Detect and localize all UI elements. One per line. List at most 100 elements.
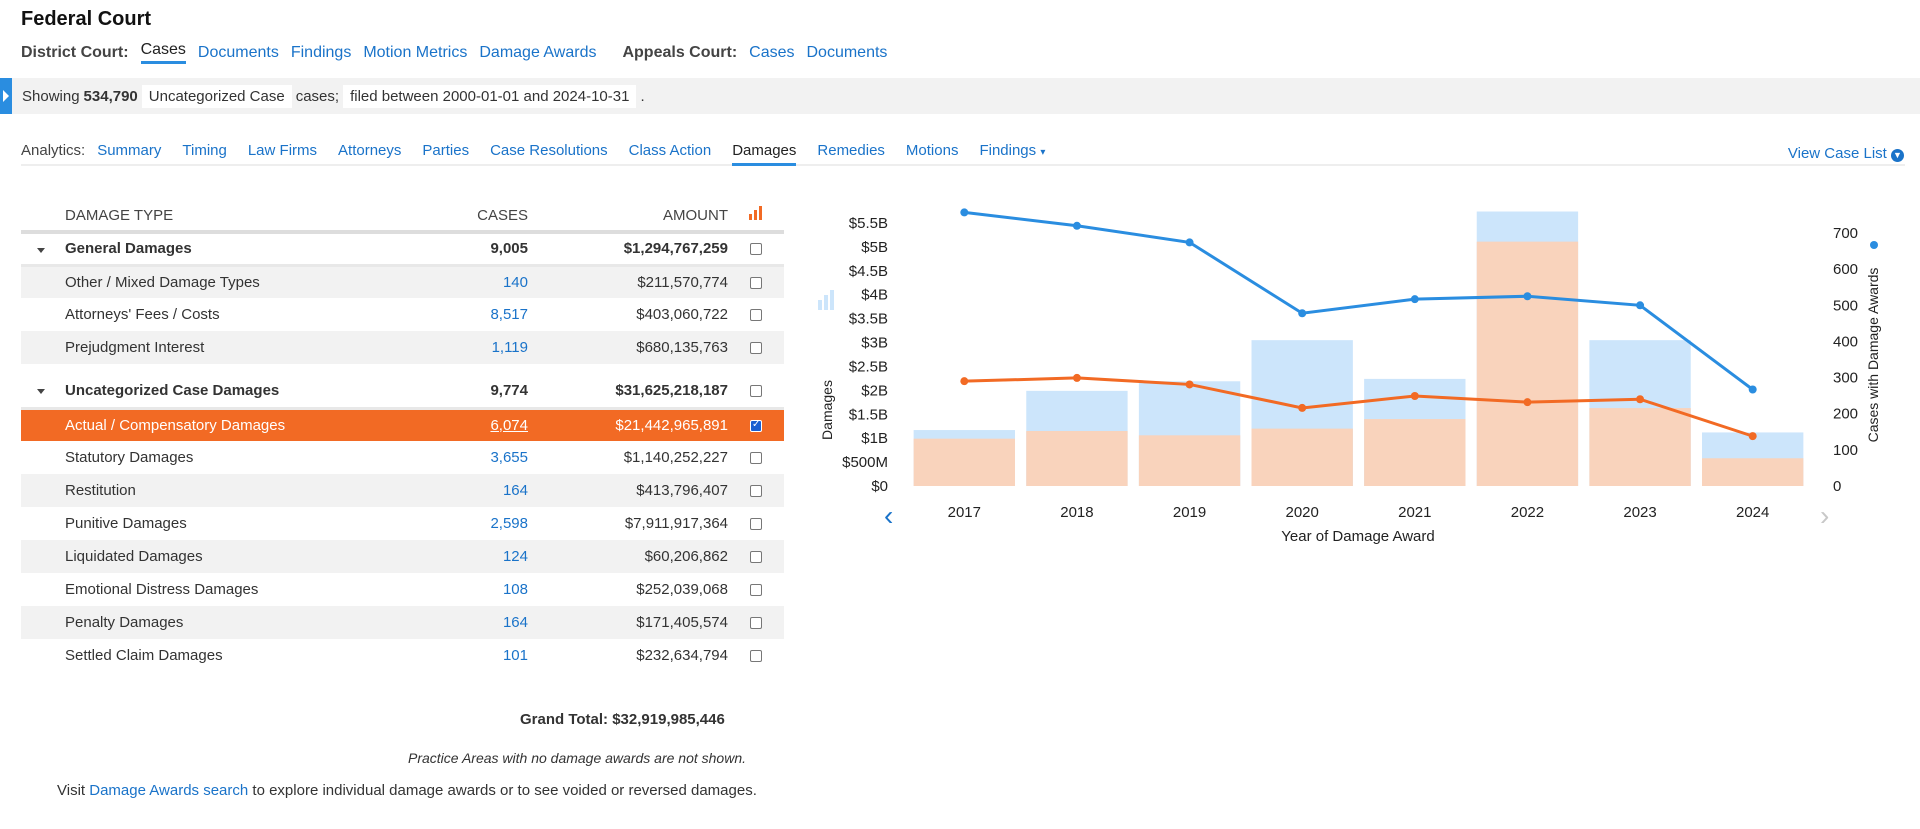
cases-link[interactable]: 1,119	[492, 339, 528, 356]
header-amount[interactable]: AMOUNT	[528, 200, 728, 234]
x-tick-label: 2023	[1623, 504, 1656, 521]
row-checkbox[interactable]	[750, 518, 762, 531]
table-row[interactable]: Attorneys' Fees / Costs 8,517 $403,060,722	[21, 298, 784, 331]
group-row[interactable]: Uncategorized Case Damages 9,774 $31,625,2…	[21, 375, 784, 410]
table-row[interactable]: Other / Mixed Damage Types 140 $211,570,77…	[21, 265, 784, 298]
cases-link[interactable]: 140	[503, 274, 528, 291]
cases-link[interactable]: 164	[503, 614, 528, 631]
appeals-tab-documents[interactable]: Documents	[807, 44, 888, 62]
row-checkbox[interactable]	[750, 485, 762, 498]
tab-attorneys[interactable]: Attorneys	[338, 142, 401, 164]
cases-link[interactable]: 164	[503, 482, 528, 499]
bar-selected	[1702, 458, 1804, 486]
grand-total: Grand Total: $32,919,985,446	[520, 711, 725, 728]
tab-damages[interactable]: Damages	[732, 142, 797, 166]
tab-law-firms[interactable]: Law Firms	[248, 142, 317, 164]
amount: $21,442,965,891	[528, 408, 728, 441]
date-range-chip[interactable]: filed between 2000-01-01 and 2024-10-31	[343, 84, 637, 108]
case-type-chip[interactable]: Uncategorized Case	[141, 84, 292, 108]
page-title: Federal Court	[21, 8, 152, 30]
view-case-list-link[interactable]: View Case List ▼	[1788, 145, 1904, 162]
cases-link[interactable]: 2,598	[490, 515, 528, 532]
tab-motions[interactable]: Motions	[906, 142, 959, 164]
cases-link[interactable]: 108	[503, 581, 528, 598]
group-checkbox[interactable]	[750, 385, 762, 398]
filter-toggle-icon[interactable]	[0, 78, 12, 114]
filter-prefix: Showing	[22, 87, 80, 105]
chart-toggle-icon[interactable]	[728, 200, 784, 234]
analytics-tabs: Analytics: Summary Timing Law Firms Atto…	[21, 142, 1905, 166]
practice-areas-note: Practice Areas with no damage awards are…	[408, 750, 746, 766]
row-checkbox[interactable]	[750, 419, 762, 432]
damage-type-name: Punitive Damages	[65, 515, 187, 532]
district-tab-cases[interactable]: Cases	[140, 41, 186, 64]
row-checkbox[interactable]	[750, 584, 762, 597]
district-tab-motion-metrics[interactable]: Motion Metrics	[363, 44, 467, 62]
table-row[interactable]: Actual / Compensatory Damages 6,074 $21,44…	[21, 408, 784, 441]
group-amount: $1,294,767,259	[528, 232, 728, 267]
bar-selected	[1364, 419, 1466, 486]
x-axis-title: Year of Damage Award	[1281, 528, 1434, 545]
group-row[interactable]: General Damages 9,005 $1,294,767,259	[21, 232, 784, 267]
table-row[interactable]: Emotional Distress Damages 108 $252,039,06…	[21, 573, 784, 606]
table-row[interactable]: Statutory Damages 3,655 $1,140,252,227	[21, 441, 784, 474]
district-tab-findings[interactable]: Findings	[291, 44, 351, 62]
tab-parties[interactable]: Parties	[422, 142, 469, 164]
y-tick-label: $2.5B	[849, 358, 888, 375]
chart-type-icon[interactable]	[818, 290, 834, 310]
filter-mid: cases;	[295, 87, 340, 105]
y2-tick-label: 400	[1833, 333, 1858, 350]
row-checkbox[interactable]	[750, 452, 762, 465]
tab-case-resolutions[interactable]: Case Resolutions	[490, 142, 608, 164]
group-name[interactable]: General Damages	[21, 232, 408, 267]
appeals-tab-cases[interactable]: Cases	[749, 44, 794, 62]
row-checkbox[interactable]	[750, 650, 762, 663]
damages-table: DAMAGE TYPE CASES AMOUNT General Damages…	[21, 200, 784, 672]
tab-timing[interactable]: Timing	[182, 142, 226, 164]
line-total-point	[1072, 221, 1081, 230]
row-checkbox[interactable]	[750, 617, 762, 630]
row-checkbox[interactable]	[750, 551, 762, 564]
table-row[interactable]: Liquidated Damages 124 $60,206,862	[21, 540, 784, 573]
cases-link[interactable]: 101	[503, 647, 528, 664]
appeals-court-label: Appeals Court:	[622, 43, 738, 61]
damage-awards-search-link[interactable]: Damage Awards search	[89, 782, 248, 799]
table-row[interactable]: Penalty Damages 164 $171,405,574	[21, 606, 784, 639]
amount: $1,140,252,227	[623, 449, 728, 466]
prev-years-button[interactable]: ‹	[884, 500, 893, 531]
next-years-button[interactable]: ›	[1820, 500, 1829, 531]
y-tick-label: $5.5B	[849, 215, 888, 232]
amount: $60,206,862	[528, 540, 728, 573]
group-amount: $31,625,218,187	[528, 375, 728, 410]
table-row[interactable]: Prejudgment Interest 1,119 $680,135,763	[21, 331, 784, 364]
line-selected-point	[1636, 395, 1645, 404]
tab-class-action[interactable]: Class Action	[629, 142, 712, 164]
table-row[interactable]: Punitive Damages 2,598 $7,911,917,364	[21, 507, 784, 540]
bar-selected	[1138, 435, 1241, 486]
district-court-label: District Court:	[21, 43, 129, 61]
damage-type-name: Statutory Damages	[65, 449, 194, 466]
district-tab-damage-awards[interactable]: Damage Awards	[479, 44, 596, 62]
row-checkbox[interactable]	[750, 276, 762, 289]
tab-findings[interactable]: Findings ▾	[979, 142, 1045, 164]
cases-link[interactable]: 8,517	[490, 306, 528, 323]
row-checkbox[interactable]	[750, 342, 762, 355]
cases-link[interactable]: 6,074	[490, 417, 528, 434]
table-row[interactable]: Restitution 164 $413,796,407	[21, 474, 784, 507]
x-tick-label: 2020	[1286, 504, 1319, 521]
cases-link[interactable]: 3,655	[490, 449, 528, 466]
tab-summary[interactable]: Summary	[97, 142, 161, 164]
amount: $232,634,794	[636, 647, 728, 664]
table-row[interactable]: Settled Claim Damages 101 $232,634,794	[21, 639, 784, 672]
bar-selected	[1026, 431, 1128, 486]
case-count: 534,790	[83, 87, 138, 105]
group-name[interactable]: Uncategorized Case Damages	[21, 375, 408, 410]
header-cases[interactable]: CASES	[408, 200, 528, 234]
cases-link[interactable]: 124	[503, 548, 528, 565]
tab-remedies[interactable]: Remedies	[817, 142, 885, 164]
district-tab-documents[interactable]: Documents	[198, 44, 279, 62]
row-checkbox[interactable]	[750, 309, 762, 322]
y-tick-label: $1B	[861, 430, 888, 447]
line-selected-point	[1410, 392, 1419, 401]
group-checkbox[interactable]	[750, 243, 762, 256]
